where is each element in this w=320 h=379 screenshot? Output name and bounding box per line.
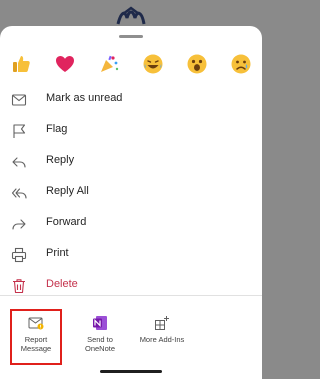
app-logo-icon	[116, 6, 146, 25]
menu-item-print[interactable]: Print	[0, 239, 262, 270]
reaction-celebrate[interactable]	[97, 52, 121, 76]
thumbs-up-icon	[13, 56, 30, 72]
menu-item-mark-as-unread[interactable]: Mark as unread	[0, 84, 262, 115]
flag-icon	[10, 122, 27, 139]
surprised-face-icon	[187, 54, 207, 74]
drag-handle[interactable]	[119, 35, 143, 38]
heart-icon	[56, 56, 74, 72]
addin-label: More Add-Ins	[139, 335, 185, 344]
menu-item-reply[interactable]: Reply	[0, 146, 262, 177]
addin-label: Send to OneNote	[84, 335, 116, 353]
envelope-icon	[10, 91, 27, 108]
sad-face-icon	[231, 54, 251, 74]
printer-icon	[10, 246, 27, 263]
addin-more-add-ins[interactable]: More Add-Ins	[132, 308, 192, 366]
home-indicator[interactable]	[100, 370, 162, 373]
addin-send-to-onenote[interactable]: Send to OneNote	[70, 308, 130, 366]
laughing-face-icon	[143, 54, 163, 74]
menu-item-label: Print	[46, 247, 69, 259]
report-message-highlight	[10, 309, 62, 365]
menu-item-label: Mark as unread	[46, 92, 123, 104]
menu-item-label: Delete	[46, 278, 78, 290]
menu-item-label: Forward	[46, 216, 87, 228]
forward-icon	[10, 215, 27, 232]
onenote-icon	[93, 316, 107, 330]
menu-item-delete[interactable]: Delete	[0, 270, 262, 301]
menu-item-label: Flag	[46, 123, 68, 135]
reaction-thumbs-up[interactable]	[9, 52, 33, 76]
action-sheet: Mark as unread Flag Reply Reply All Forw…	[0, 26, 262, 379]
message-actions-menu: Mark as unread Flag Reply Reply All Forw…	[0, 84, 262, 301]
reply-icon	[10, 153, 27, 170]
add-ins-icon	[155, 316, 169, 330]
reply-all-icon	[10, 184, 27, 201]
reaction-sad[interactable]	[229, 52, 253, 76]
party-popper-icon	[101, 55, 119, 72]
menu-item-label: Reply	[46, 154, 75, 166]
reaction-bar	[0, 52, 262, 78]
section-divider	[0, 295, 262, 296]
reaction-heart[interactable]	[53, 52, 77, 76]
menu-item-forward[interactable]: Forward	[0, 208, 262, 239]
trash-icon	[10, 277, 27, 294]
menu-item-reply-all[interactable]: Reply All	[0, 177, 262, 208]
reaction-laugh[interactable]	[141, 52, 165, 76]
menu-item-flag[interactable]: Flag	[0, 115, 262, 146]
menu-item-label: Reply All	[46, 185, 89, 197]
reaction-surprised[interactable]	[185, 52, 209, 76]
